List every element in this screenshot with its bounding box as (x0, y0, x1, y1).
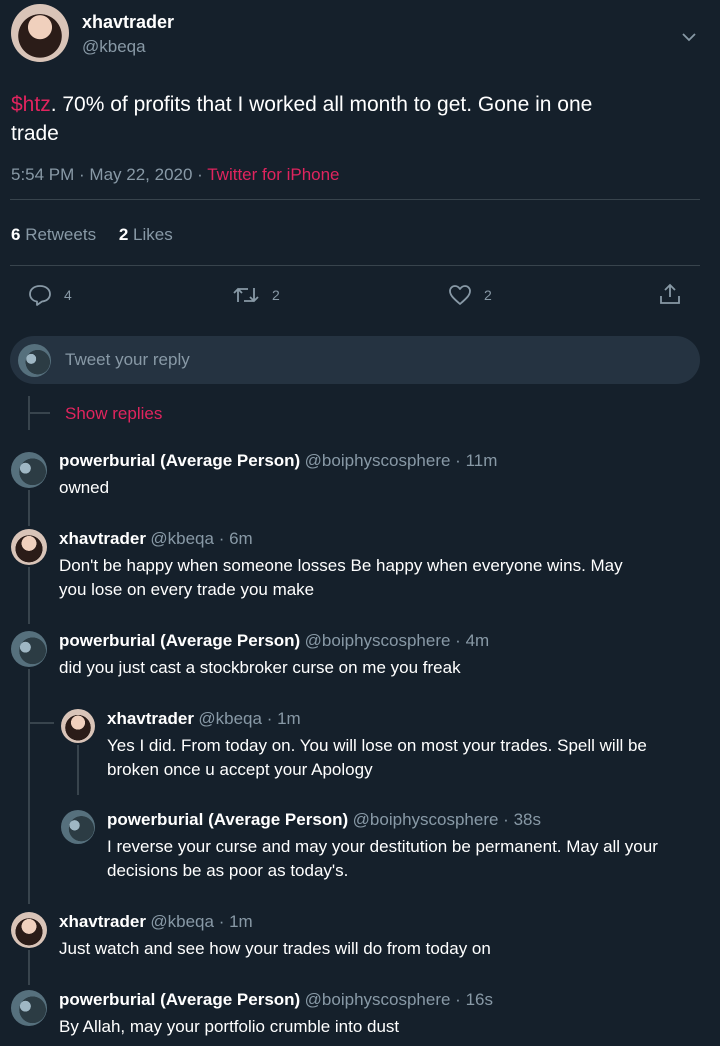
reply-text: Just watch and see how your trades will … (59, 937, 491, 961)
reply-text-line: you lose on every trade you make (59, 580, 315, 599)
retweet-icon (232, 284, 260, 306)
reply-meta[interactable]: @boiphyscosphere · 11m (305, 451, 498, 470)
reply-header: xhavtrader @kbeqa · 6m (59, 529, 253, 549)
share-icon[interactable] (658, 282, 682, 306)
user-avatar (18, 344, 51, 377)
reply-text-line: Don't be happy when someone losses Be ha… (59, 556, 623, 575)
author-handle[interactable]: @kbeqa (82, 37, 146, 57)
retweet-action[interactable]: 2 (232, 284, 280, 306)
reply-meta[interactable]: @kbeqa · 1m (198, 709, 300, 728)
reply-text: did you just cast a stockbroker curse on… (59, 656, 461, 680)
thread-elbow (28, 412, 50, 414)
reply-author-name[interactable]: xhavtrader (59, 529, 146, 548)
retweets-label: Retweets (25, 225, 97, 244)
tweet-text-line2: trade (11, 122, 59, 145)
reply-text: I reverse your curse and may your destit… (107, 835, 658, 883)
retweets-stat[interactable]: 6 Retweets (11, 225, 96, 244)
reply-avatar[interactable] (61, 810, 95, 844)
reply-header: powerburial (Average Person) @boiphyscos… (59, 451, 497, 471)
reply-text-line: broken once u accept your Apology (107, 760, 373, 779)
reply-text-line: I reverse your curse and may your destit… (107, 837, 658, 856)
retweet-count: 2 (272, 287, 280, 303)
thread-line (28, 950, 30, 985)
reply-text: owned (59, 476, 109, 500)
thread-line (28, 669, 30, 904)
divider (10, 199, 700, 200)
reply-text: Don't be happy when someone losses Be ha… (59, 554, 623, 602)
reply-input-placeholder[interactable]: Tweet your reply (65, 350, 190, 370)
reply-text-line: By Allah, may your portfolio crumble int… (59, 1017, 400, 1036)
reply-text-line: decisions be as poor as today's. (107, 861, 349, 880)
reply-author-name[interactable]: powerburial (Average Person) (59, 451, 300, 470)
show-replies-link[interactable]: Show replies (65, 404, 162, 424)
reply-author-name[interactable]: powerburial (Average Person) (59, 990, 300, 1009)
reply-avatar[interactable] (11, 529, 47, 565)
reply-author-name[interactable]: powerburial (Average Person) (59, 631, 300, 650)
tweet-text-body: . 70% of profits that I worked all month… (50, 93, 593, 116)
reply-text-line: owned (59, 478, 110, 497)
likes-stat[interactable]: 2 Likes (119, 225, 173, 244)
tweet-stats: 6 Retweets 2 Likes (11, 225, 173, 245)
tweet-timestamp-row: 5:54 PM · May 22, 2020 · Twitter for iPh… (11, 165, 340, 185)
reply-text: By Allah, may your portfolio crumble int… (59, 1015, 399, 1039)
reply-text-line: Just watch and see how your trades will … (59, 939, 491, 958)
reply-meta[interactable]: @boiphyscosphere · 4m (305, 631, 490, 650)
likes-label: Likes (133, 225, 173, 244)
retweets-count: 6 (11, 225, 21, 244)
reply-author-name[interactable]: powerburial (Average Person) (107, 810, 348, 829)
reply-meta[interactable]: @boiphyscosphere · 16s (305, 990, 493, 1009)
thread-line (28, 567, 30, 624)
tweet-timestamp[interactable]: 5:54 PM · May 22, 2020 · (11, 165, 207, 184)
reply-text: Yes I did. From today on. You will lose … (107, 734, 647, 782)
reply-avatar[interactable] (11, 631, 47, 667)
reply-header: xhavtrader @kbeqa · 1m (59, 912, 253, 932)
reply-header: powerburial (Average Person) @boiphyscos… (59, 990, 493, 1010)
reply-meta[interactable]: @boiphyscosphere · 38s (353, 810, 541, 829)
reply-count: 4 (64, 287, 72, 303)
divider (10, 265, 700, 266)
chevron-down-icon[interactable] (680, 28, 698, 46)
like-action[interactable]: 2 (448, 284, 492, 306)
reply-icon (28, 284, 52, 306)
thread-line (77, 745, 79, 795)
author-name[interactable]: xhavtrader (82, 12, 174, 33)
reply-header: powerburial (Average Person) @boiphyscos… (107, 810, 541, 830)
reply-meta[interactable]: @kbeqa · 1m (150, 912, 252, 931)
reply-header: xhavtrader @kbeqa · 1m (107, 709, 301, 729)
reply-meta[interactable]: @kbeqa · 6m (150, 529, 252, 548)
reply-avatar[interactable] (11, 990, 47, 1026)
reply-avatar[interactable] (61, 709, 95, 743)
like-count: 2 (484, 287, 492, 303)
reply-box[interactable]: Tweet your reply (10, 336, 700, 384)
reply-text-line: did you just cast a stockbroker curse on… (59, 658, 461, 677)
reply-text-line: Yes I did. From today on. You will lose … (107, 736, 647, 755)
likes-count: 2 (118, 225, 129, 244)
reply-action[interactable]: 4 (28, 284, 72, 306)
reply-author-name[interactable]: xhavtrader (107, 709, 194, 728)
reply-avatar[interactable] (11, 912, 47, 948)
heart-icon (448, 284, 472, 306)
thread-line (28, 490, 30, 526)
reply-avatar[interactable] (11, 452, 47, 488)
tweet-text: $htz. 70% of profits that I worked all m… (11, 90, 701, 148)
tweet-source[interactable]: Twitter for iPhone (207, 165, 339, 184)
author-avatar[interactable] (11, 4, 69, 62)
reply-header: powerburial (Average Person) @boiphyscos… (59, 631, 489, 651)
thread-elbow (28, 722, 54, 724)
cashtag-link[interactable]: $htz (11, 93, 51, 116)
reply-author-name[interactable]: xhavtrader (59, 912, 146, 931)
